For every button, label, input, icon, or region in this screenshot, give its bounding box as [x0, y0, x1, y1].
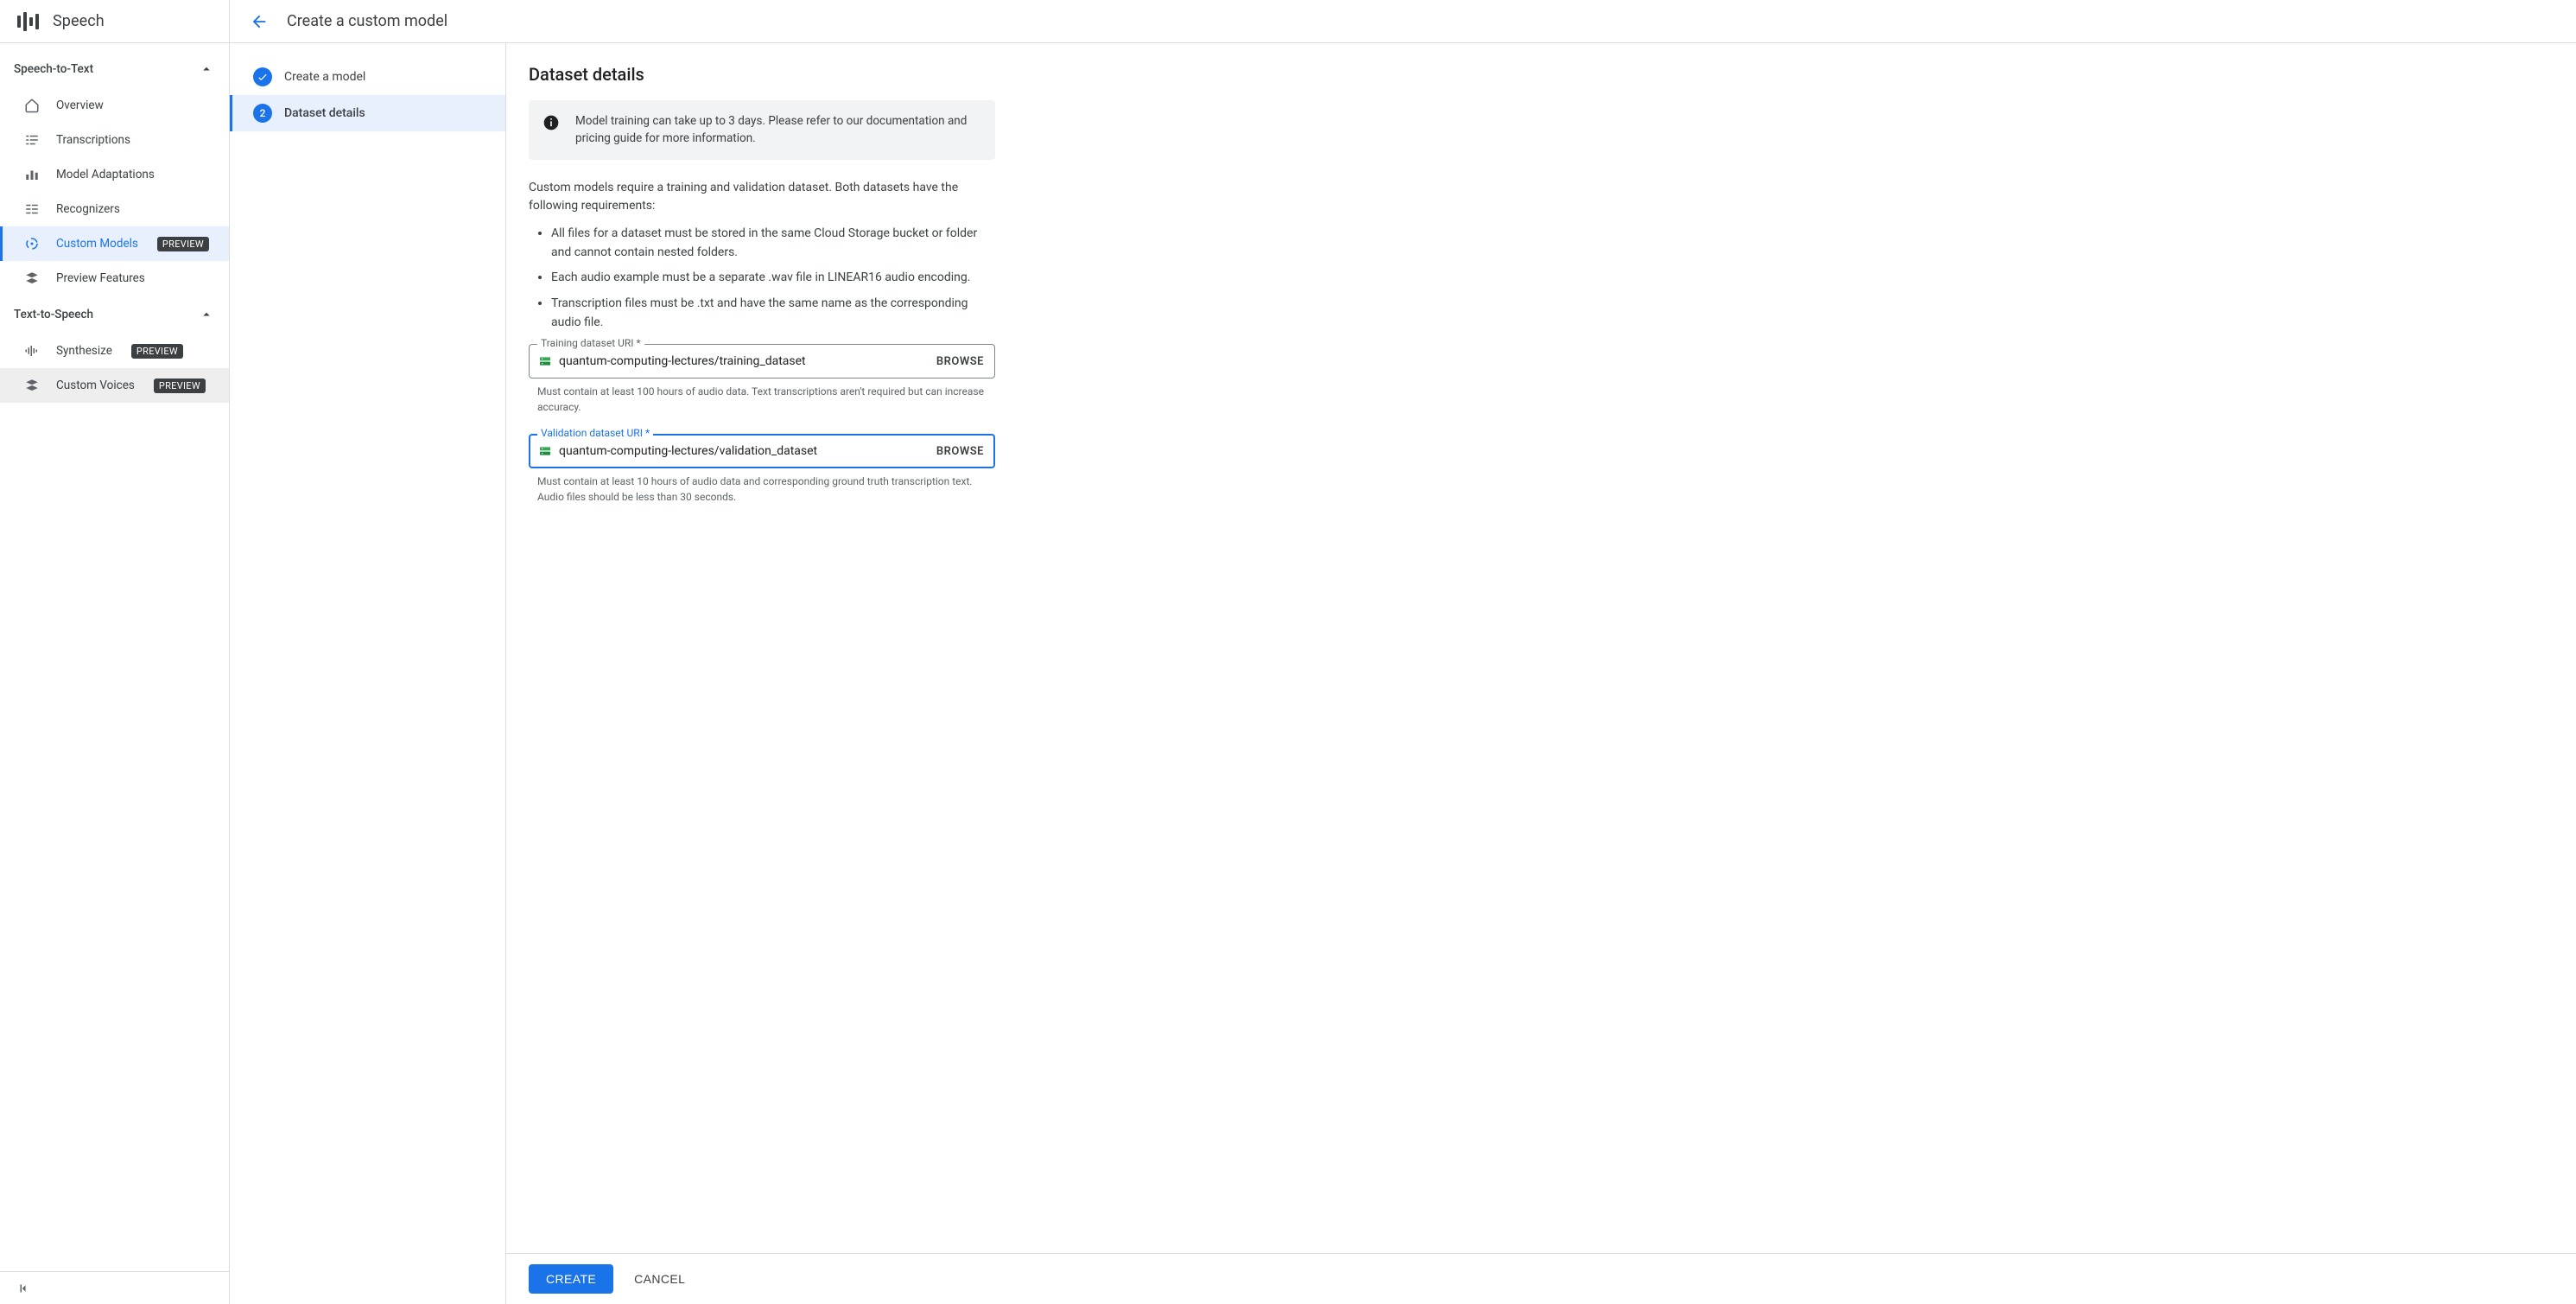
back-button[interactable] [249, 11, 270, 32]
page-title: Create a custom model [287, 12, 447, 30]
validation-dataset-input[interactable] [559, 444, 928, 458]
info-callout: Model training can take up to 3 days. Pl… [529, 100, 995, 160]
training-helper-text: Must contain at least 100 hours of audio… [537, 384, 995, 415]
chevron-up-icon [198, 60, 215, 78]
step-check-icon [253, 67, 272, 86]
preview-badge: PREVIEW [131, 344, 183, 359]
stacks-icon [23, 270, 41, 287]
loop-icon [23, 235, 41, 252]
cancel-button[interactable]: CANCEL [631, 1265, 688, 1293]
sidebar-header: Speech [0, 0, 229, 43]
sidebar-nav: Speech-to-Text Overview Transcriptions [0, 43, 229, 1271]
preview-badge: PREVIEW [157, 237, 209, 251]
stacks-icon [23, 377, 41, 394]
field-label: Validation dataset URI * [537, 427, 653, 439]
info-icon [542, 114, 560, 131]
product-title: Speech [53, 12, 105, 30]
sidebar-item-recognizers[interactable]: Recognizers [0, 192, 229, 226]
step-dataset-details[interactable]: 2 Dataset details [230, 95, 505, 131]
nav-section-label: Speech-to-Text [14, 62, 93, 76]
sidebar-item-custom-voices[interactable]: Custom Voices PREVIEW [0, 368, 229, 403]
browse-button[interactable]: BROWSE [935, 442, 986, 461]
training-dataset-field: Training dataset URI * BROWSE [529, 344, 995, 378]
step-label: Create a model [284, 70, 365, 84]
nav-section-label: Text-to-Speech [14, 308, 93, 321]
nav-section-speech-to-text[interactable]: Speech-to-Text [0, 50, 229, 88]
main-area: Create a custom model Create a model 2 D… [230, 0, 2576, 1304]
validation-dataset-field: Validation dataset URI * BROWSE [529, 434, 995, 468]
requirement-item: Transcription files must be .txt and hav… [551, 295, 995, 332]
validation-helper-text: Must contain at least 10 hours of audio … [537, 474, 995, 505]
storage-icon [538, 444, 552, 458]
speech-logo-icon [17, 12, 39, 31]
sidebar-item-custom-models[interactable]: Custom Models PREVIEW [0, 226, 229, 261]
nav-item-label: Transcriptions [56, 133, 130, 147]
step-create-model[interactable]: Create a model [230, 59, 505, 95]
content-column: Dataset details Model training can take … [506, 43, 2576, 1304]
field-label: Training dataset URI * [537, 337, 644, 349]
requirement-item: Each audio example must be a separate .w… [551, 269, 995, 288]
bars-icon [23, 166, 41, 183]
sidebar-item-model-adaptations[interactable]: Model Adaptations [0, 157, 229, 192]
list-icon [23, 200, 41, 218]
step-number-badge: 2 [253, 104, 272, 123]
home-icon [23, 97, 41, 114]
requirement-item: All files for a dataset must be stored i… [551, 225, 995, 262]
sidebar-item-synthesize[interactable]: Synthesize PREVIEW [0, 334, 229, 368]
browse-button[interactable]: BROWSE [935, 352, 986, 372]
preview-badge: PREVIEW [154, 378, 206, 393]
sidebar-collapse-button[interactable] [0, 1271, 229, 1304]
intro-text: Custom models require a training and val… [529, 179, 995, 216]
lines-icon [23, 131, 41, 149]
nav-item-label: Synthesize [56, 344, 112, 358]
sidebar: Speech Speech-to-Text Overview Tran [0, 0, 230, 1304]
chevron-up-icon [198, 306, 215, 323]
footer-bar: CREATE CANCEL [506, 1253, 2576, 1304]
wave-icon [23, 342, 41, 359]
sidebar-item-transcriptions[interactable]: Transcriptions [0, 123, 229, 157]
nav-item-label: Model Adaptations [56, 168, 155, 181]
storage-icon [538, 354, 552, 368]
sidebar-item-overview[interactable]: Overview [0, 88, 229, 123]
requirements-list: All files for a dataset must be stored i… [529, 225, 995, 332]
main-header: Create a custom model [230, 0, 2576, 43]
nav-item-label: Custom Voices [56, 378, 135, 392]
sidebar-item-preview-features[interactable]: Preview Features [0, 261, 229, 296]
section-heading: Dataset details [529, 64, 995, 85]
nav-item-label: Preview Features [56, 271, 145, 285]
create-button[interactable]: CREATE [529, 1264, 613, 1294]
training-dataset-input[interactable] [559, 354, 928, 368]
callout-text: Model training can take up to 3 days. Pl… [575, 112, 981, 148]
nav-section-text-to-speech[interactable]: Text-to-Speech [0, 296, 229, 334]
nav-item-label: Custom Models [56, 237, 138, 251]
nav-item-label: Overview [56, 99, 104, 112]
collapse-left-icon [16, 1280, 33, 1297]
step-label: Dataset details [284, 106, 365, 120]
stepper: Create a model 2 Dataset details [230, 43, 506, 1304]
nav-item-label: Recognizers [56, 202, 120, 216]
